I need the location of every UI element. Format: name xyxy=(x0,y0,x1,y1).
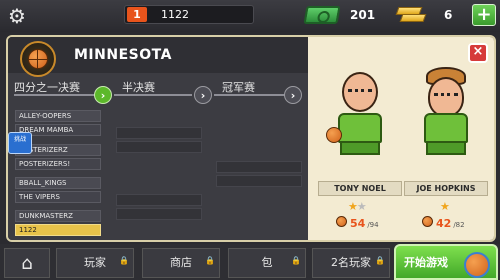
tab-shop[interactable]: 商店 🔒 xyxy=(142,248,220,278)
empty-semifinal-slot xyxy=(116,208,202,220)
team-slot: THE VIPERS xyxy=(15,191,101,203)
lock-icon: 🔒 xyxy=(375,256,385,265)
player-card-2[interactable]: JOE HOPKINS ★ 42 /82 xyxy=(404,67,488,237)
empty-final-slot xyxy=(216,175,302,187)
plus-icon: + xyxy=(476,4,492,25)
players-panel: × TONY NOEL ★★ 54 /94 JOE HOPKINS ★ 42 /… xyxy=(308,37,494,240)
team-slot: BBALL_KINGS xyxy=(15,177,101,189)
empty-semifinal-slot xyxy=(116,127,202,139)
basketball-icon xyxy=(336,216,347,227)
empty-semifinal-slot xyxy=(116,141,202,153)
start-game-button[interactable]: 开始游戏 xyxy=(394,244,498,280)
chevron-right-icon[interactable]: › xyxy=(94,86,112,104)
round-divider xyxy=(14,94,98,96)
add-currency-button[interactable]: + xyxy=(472,4,496,26)
chevron-right-icon[interactable]: › xyxy=(284,86,302,104)
basketball-icon xyxy=(464,252,490,278)
close-button[interactable]: × xyxy=(468,43,488,63)
cash-icon xyxy=(303,6,341,24)
round-divider xyxy=(114,94,192,96)
home-button[interactable]: ⌂ xyxy=(4,248,50,278)
team-header: MINNESOTA xyxy=(8,37,308,77)
empty-semifinal-slot xyxy=(116,194,202,206)
basketball-icon xyxy=(422,216,433,227)
challenge-badge-icon[interactable]: 挑战 xyxy=(8,132,32,154)
lock-icon: 🔒 xyxy=(205,256,215,265)
xp-bar: 1 1122 xyxy=(124,5,254,24)
gear-icon[interactable]: ⚙ xyxy=(6,4,28,28)
team-slot: ALLEY-OOPERS xyxy=(15,110,101,122)
team-slot: DUNKMASTERZ xyxy=(15,210,101,222)
round-label-final[interactable]: 冠军赛 xyxy=(222,79,255,95)
player-stat: 42 /82 xyxy=(422,216,465,230)
player-name: JOE HOPKINS xyxy=(404,181,488,196)
star-rating: ★★ xyxy=(348,200,367,213)
team-name: MINNESOTA xyxy=(74,47,172,63)
match-4-my-team: DUNKMASTERZ 1122 xyxy=(15,210,103,238)
cash-value: 201 xyxy=(350,8,376,22)
home-icon: ⌂ xyxy=(21,252,33,274)
basketball-icon xyxy=(326,127,342,143)
tab-bag[interactable]: 包 🔒 xyxy=(228,248,306,278)
tournament-panel: MINNESOTA 四分之一决赛 半决赛 冠军赛 › › › ALLEY-OOP… xyxy=(6,35,496,242)
lock-icon: 🔒 xyxy=(119,256,129,265)
gold-bars-icon xyxy=(395,7,427,23)
player-stat: 54 /94 xyxy=(336,216,379,230)
chevron-right-icon[interactable]: › xyxy=(194,86,212,104)
round-label-quarterfinal[interactable]: 四分之一决赛 xyxy=(14,79,80,95)
star-rating: ★ xyxy=(440,200,450,213)
xp-value: 1122 xyxy=(161,8,189,21)
team-slot: POSTERIZERS! xyxy=(15,158,101,170)
player-jersey xyxy=(338,113,382,143)
tab-two-players[interactable]: 2名玩家 🔒 xyxy=(312,248,390,278)
match-3: BBALL_KINGS THE VIPERS xyxy=(15,177,103,205)
player-card-1[interactable]: TONY NOEL ★★ 54 /94 xyxy=(318,67,402,237)
player-jersey xyxy=(424,113,468,143)
level-number: 1 xyxy=(127,7,147,22)
team-logo-icon xyxy=(20,41,56,77)
round-divider xyxy=(214,94,286,96)
close-icon: × xyxy=(472,44,484,59)
bracket-area: MINNESOTA 四分之一决赛 半决赛 冠军赛 › › › ALLEY-OOP… xyxy=(8,37,308,240)
gold-value: 6 xyxy=(444,8,453,22)
my-team-slot: 1122 xyxy=(15,224,101,236)
top-bar: ⚙ 1 1122 201 6 + xyxy=(0,0,500,32)
empty-final-slot xyxy=(216,161,302,173)
tab-players[interactable]: 玩家 🔒 xyxy=(56,248,134,278)
player-name: TONY NOEL xyxy=(318,181,402,196)
challenge-badge-label: 挑战 xyxy=(13,136,26,143)
bottom-nav: ⌂ 玩家 🔒 商店 🔒 包 🔒 2名玩家 🔒 开始游戏 xyxy=(0,244,500,280)
lock-icon: 🔒 xyxy=(291,256,301,265)
round-label-semifinal[interactable]: 半决赛 xyxy=(122,79,155,95)
